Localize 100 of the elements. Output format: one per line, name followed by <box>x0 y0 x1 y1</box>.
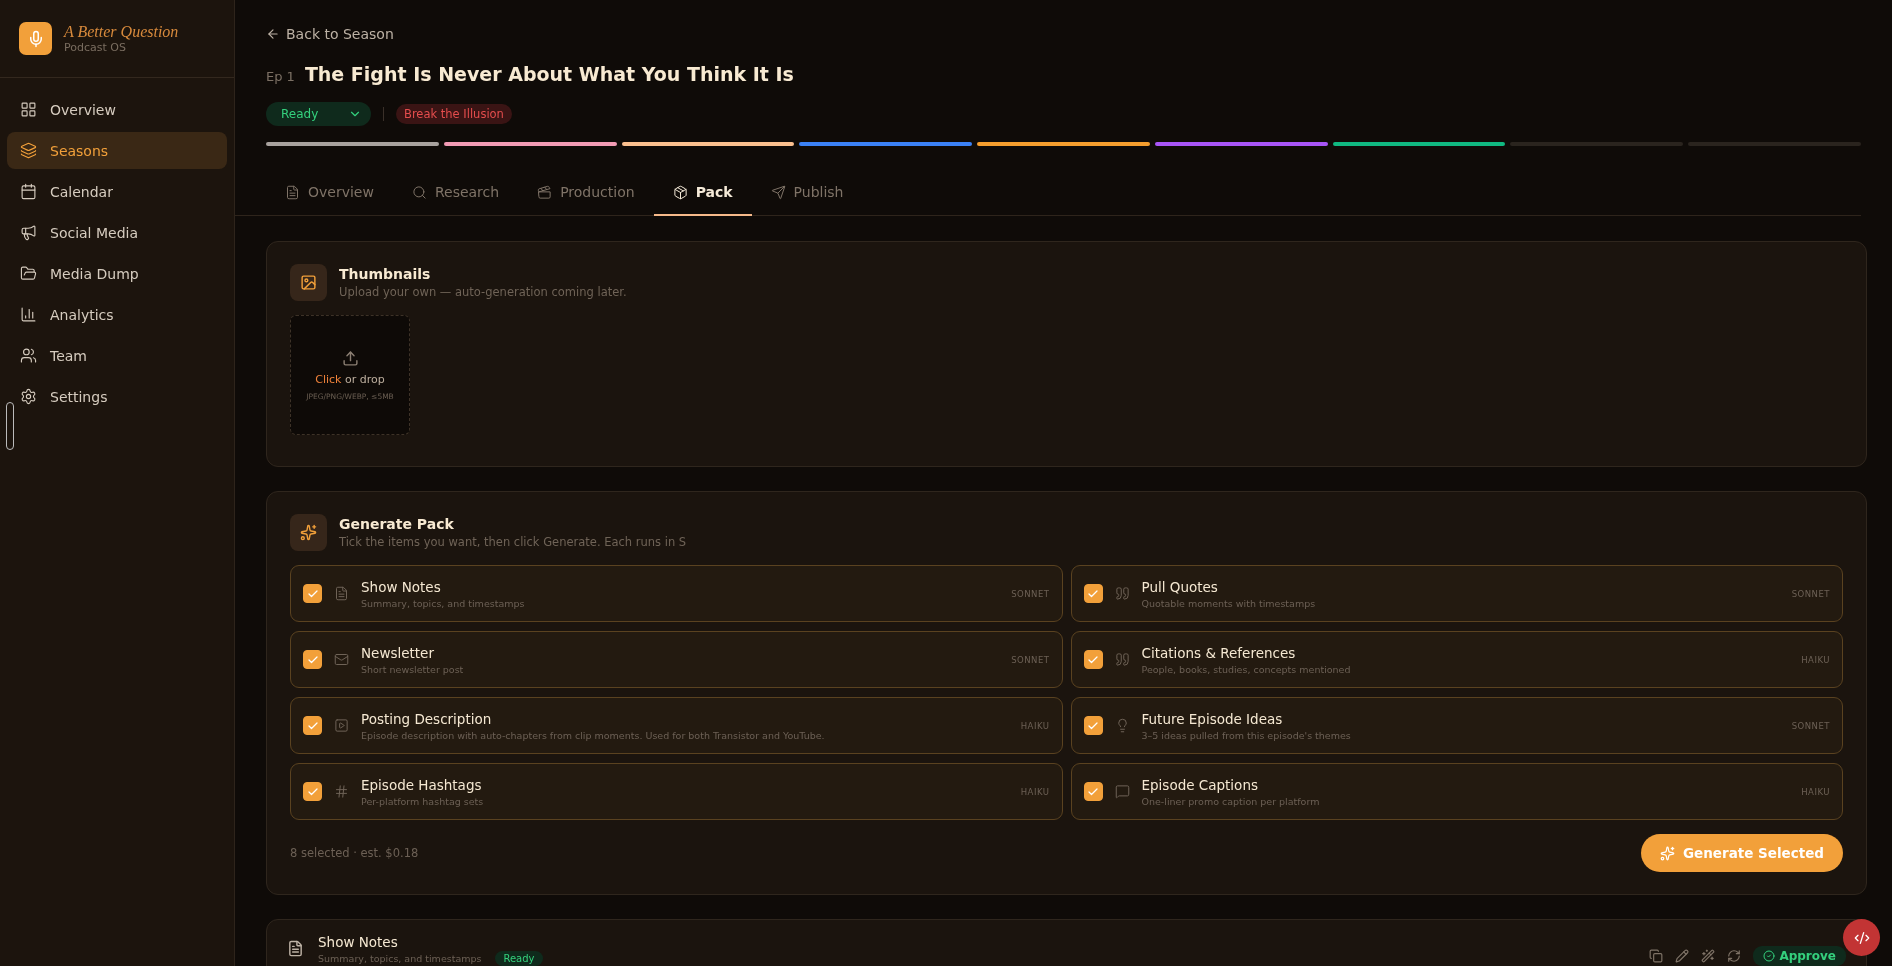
output-title: Show Notes <box>318 934 399 950</box>
item-title: Citations & References <box>1141 644 1297 661</box>
model-label: HAIKU <box>1801 654 1830 665</box>
send-icon <box>770 184 786 200</box>
model-label: HAIKU <box>1020 720 1050 731</box>
hash-icon <box>334 784 349 799</box>
sidebar-item[interactable]: Team <box>7 337 227 374</box>
output-description: Summary, topics, and timestamps <box>318 953 482 964</box>
users-icon <box>20 347 37 364</box>
item-description: One-liner promo caption per platform <box>1141 795 1321 807</box>
refresh-icon[interactable] <box>1727 949 1742 963</box>
tab[interactable]: Pack <box>653 170 752 216</box>
tab[interactable]: Overview <box>266 170 393 216</box>
tag: Break the Illusion <box>396 104 512 124</box>
megaphone-icon <box>20 224 37 241</box>
item-title: Episode Hashtags <box>361 776 483 793</box>
approve-button[interactable]: Approve <box>1753 946 1846 966</box>
brand-subtitle: Podcast OS <box>64 41 127 54</box>
item-description: Episode description with auto-chapters from clip moments. Used for both Transistor and YouTube. <box>361 729 826 741</box>
tab[interactable]: Publish <box>751 170 863 216</box>
model-label: HAIKU <box>1020 786 1050 797</box>
quote-icon <box>1114 586 1130 601</box>
clapperboard-icon <box>537 184 553 200</box>
document-icon <box>287 940 304 957</box>
settings-icon <box>20 388 37 405</box>
check-circle-icon <box>1763 950 1776 962</box>
item-title: Show Notes <box>361 578 442 595</box>
episode-title: The Fight Is Never About What You Think It Is <box>304 63 794 85</box>
document-icon <box>334 586 349 601</box>
pack-item[interactable]: Future Episode Ideas 3–5 ideas pulled from this episode's themes SONNET <box>1070 697 1843 754</box>
sidebar-item[interactable]: Settings <box>7 378 227 415</box>
model-label: SONNET <box>1791 588 1830 599</box>
folder-icon <box>20 265 37 282</box>
upload-icon <box>341 349 359 367</box>
model-label: SONNET <box>1791 720 1830 731</box>
checkbox[interactable] <box>1083 782 1103 801</box>
calendar-icon <box>20 183 37 200</box>
tab[interactable]: Research <box>392 170 519 216</box>
item-description: 3–5 ideas pulled from this episode's themes <box>1141 729 1352 741</box>
status-badge: Ready <box>495 951 543 966</box>
chat-bubble-icon <box>1114 784 1130 799</box>
bar-chart-icon <box>20 306 37 323</box>
item-title: Pull Quotes <box>1141 578 1219 595</box>
item-description: Short newsletter post <box>361 663 465 675</box>
sidebar-item[interactable]: Social Media <box>7 214 227 251</box>
episode-number: Ep 1 <box>266 69 295 84</box>
microphone-logo <box>19 22 52 55</box>
item-title: Episode Captions <box>1141 776 1259 793</box>
card-description: Tick the items you want, then click Generate. Each runs in S <box>339 535 687 549</box>
box-icon <box>672 184 688 200</box>
pack-item[interactable]: Episode Hashtags Per-platform hashtag sets HAIKU <box>290 763 1063 820</box>
code-icon <box>1853 929 1870 946</box>
item-title: Newsletter <box>361 644 435 661</box>
play-icon <box>334 718 349 733</box>
item-description: People, books, studies, concepts mentioned <box>1141 663 1352 675</box>
item-description: Per-platform hashtag sets <box>361 795 485 807</box>
item-description: Summary, topics, and timestamps <box>361 597 526 609</box>
status-dropdown[interactable]: Ready <box>266 102 371 126</box>
pack-item[interactable]: Pull Quotes Quotable moments with timestamps SONNET <box>1070 565 1843 622</box>
card-description: Upload your own — auto-generation coming later. <box>339 285 627 299</box>
copy-icon[interactable] <box>1649 949 1664 963</box>
upload-label: Click or drop <box>315 372 385 386</box>
sidebar-item[interactable]: Calendar <box>7 173 227 210</box>
brand-name: A Better Question <box>64 23 179 41</box>
selection-summary: 8 selected · est. $0.18 <box>290 846 419 860</box>
model-label: SONNET <box>1011 588 1050 599</box>
quote-icon <box>1114 652 1130 667</box>
model-label: HAIKU <box>1801 786 1830 797</box>
grid-icon <box>20 101 37 118</box>
card-title: Generate Pack <box>339 516 455 532</box>
magic-wand-icon[interactable] <box>1701 949 1716 963</box>
layers-icon <box>20 142 37 159</box>
checkbox[interactable] <box>303 716 322 735</box>
card-title: Thumbnails <box>339 266 432 282</box>
document-icon <box>285 184 300 200</box>
item-title: Future Episode Ideas <box>1141 710 1284 727</box>
tab[interactable]: Production <box>518 170 654 216</box>
checkbox[interactable] <box>303 584 322 603</box>
checkbox[interactable] <box>1083 584 1103 603</box>
model-label: SONNET <box>1011 654 1050 665</box>
mail-icon <box>334 652 349 667</box>
checkbox[interactable] <box>303 782 322 801</box>
pencil-icon[interactable] <box>1675 949 1690 963</box>
search-icon <box>411 184 427 200</box>
back-link[interactable]: Back to Season <box>266 26 1861 42</box>
sparkles-icon <box>1659 845 1675 861</box>
item-description: Quotable moments with timestamps <box>1141 597 1317 609</box>
pack-item[interactable]: Newsletter Short newsletter post SONNET <box>290 631 1063 688</box>
sidebar-item[interactable]: Overview <box>7 91 227 128</box>
checkbox[interactable] <box>1083 650 1103 669</box>
item-title: Posting Description <box>361 710 493 727</box>
sidebar-item[interactable]: Media Dump <box>7 255 227 292</box>
sidebar-item[interactable]: Seasons <box>7 132 227 169</box>
checkbox[interactable] <box>303 650 322 669</box>
pack-item[interactable]: Show Notes Summary, topics, and timestamps SONNET <box>290 565 1063 622</box>
pack-item[interactable]: Posting Description Episode description with auto-chapters from clip moments. Used for both Transistor and YouTube. HAIKU <box>290 697 1063 754</box>
pack-item[interactable]: Episode Captions One-liner promo caption per platform HAIKU <box>1070 763 1843 820</box>
pack-item[interactable]: Citations & References People, books, studies, concepts mentioned HAIKU <box>1070 631 1843 688</box>
sidebar-item[interactable]: Analytics <box>7 296 227 333</box>
checkbox[interactable] <box>1083 716 1103 735</box>
